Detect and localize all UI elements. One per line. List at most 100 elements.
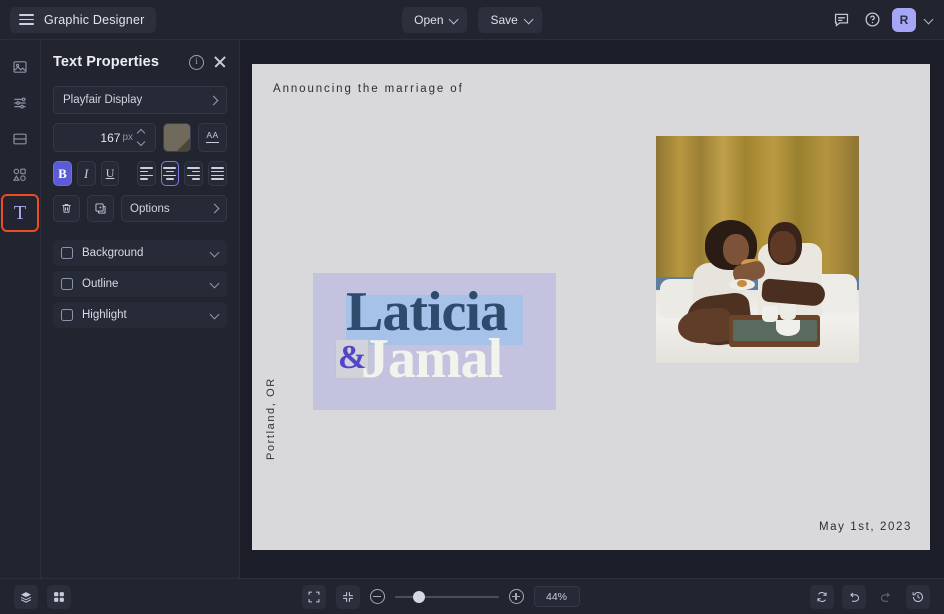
location-text[interactable]: Portland, OR xyxy=(265,377,277,460)
zoom-value[interactable]: 44% xyxy=(534,586,580,607)
font-family-select[interactable]: Playfair Display xyxy=(53,86,227,114)
panel-header-icons: i xyxy=(189,55,227,70)
font-size-unit: px xyxy=(122,132,133,143)
chevron-down-icon[interactable] xyxy=(211,249,219,257)
reset-button[interactable] xyxy=(810,585,834,609)
zoom-slider[interactable] xyxy=(395,596,499,598)
options-button[interactable]: Options xyxy=(121,195,227,222)
history-button[interactable] xyxy=(906,585,930,609)
zoom-out-icon[interactable] xyxy=(370,589,385,604)
background-toggle-row[interactable]: Background xyxy=(53,240,227,266)
text-effect-toggles: Background Outline Highlight xyxy=(53,240,227,328)
avatar[interactable]: R xyxy=(892,8,916,32)
align-right-icon xyxy=(187,167,200,179)
zoom-in-icon[interactable] xyxy=(509,589,524,604)
info-icon[interactable]: i xyxy=(189,55,204,70)
couple-photo[interactable] xyxy=(656,136,859,363)
sidebar-item-text[interactable]: T xyxy=(3,196,37,230)
open-button[interactable]: Open xyxy=(402,7,467,33)
underline-button[interactable]: U xyxy=(101,161,120,186)
font-size-row: 167 px AA xyxy=(53,123,227,152)
chevron-right-icon xyxy=(210,97,217,104)
outline-label: Outline xyxy=(82,278,118,290)
history-controls xyxy=(810,585,930,609)
stepper-down-icon[interactable] xyxy=(138,140,145,145)
sidebar-item-image[interactable] xyxy=(5,52,35,82)
date-text[interactable]: May 1st, 2023 xyxy=(819,521,912,533)
font-size-stepper[interactable] xyxy=(135,130,148,145)
app-window: Graphic Designer Open Save xyxy=(0,0,944,614)
highlight-toggle-row[interactable]: Highlight xyxy=(53,302,227,328)
zoom-controls: 44% xyxy=(302,585,580,609)
chevron-down-icon xyxy=(451,16,459,24)
letter-spacing-button[interactable]: AA xyxy=(198,123,227,152)
align-left-icon xyxy=(140,167,153,179)
redo-button[interactable] xyxy=(874,585,898,609)
fit-selection-button[interactable] xyxy=(336,585,360,609)
highlight-label: Highlight xyxy=(82,309,127,321)
text-properties-panel: Text Properties i Playfair Display 167 p… xyxy=(41,40,240,578)
undo-button[interactable] xyxy=(842,585,866,609)
options-label: Options xyxy=(130,203,170,215)
help-circle-icon[interactable] xyxy=(861,9,883,31)
grid-button[interactable] xyxy=(47,585,71,609)
background-checkbox[interactable] xyxy=(61,247,73,259)
underline-glyph: U xyxy=(106,166,115,181)
text-color-swatch[interactable] xyxy=(163,123,191,152)
text-actions-row: Options xyxy=(53,195,227,222)
brand-menu-button[interactable]: Graphic Designer xyxy=(10,7,156,33)
open-label: Open xyxy=(414,13,443,27)
align-center-button[interactable] xyxy=(161,161,180,186)
fit-screen-button[interactable] xyxy=(302,585,326,609)
sidebar-item-adjustments[interactable] xyxy=(5,88,35,118)
title-text-block[interactable]: Laticia & Jamal xyxy=(313,273,556,410)
font-family-value: Playfair Display xyxy=(63,94,142,106)
main-body: T Text Properties i Playfair Display 167… xyxy=(0,40,944,578)
background-label: Background xyxy=(82,247,143,259)
second-name-text[interactable]: Jamal xyxy=(361,331,502,387)
align-justify-button[interactable] xyxy=(208,161,227,186)
horizontal-arrow-icon xyxy=(205,140,220,144)
design-page[interactable]: Announcing the marriage of Laticia & Jam… xyxy=(252,64,930,550)
delete-button[interactable] xyxy=(53,195,80,222)
sidebar-item-layout[interactable] xyxy=(5,124,35,154)
italic-button[interactable]: I xyxy=(77,161,96,186)
save-label: Save xyxy=(491,13,518,27)
stepper-up-icon[interactable] xyxy=(138,130,145,135)
hamburger-icon[interactable] xyxy=(19,14,34,25)
layers-button[interactable] xyxy=(14,585,38,609)
announcement-text[interactable]: Announcing the marriage of xyxy=(273,83,464,95)
top-bar-right: R xyxy=(830,8,934,32)
italic-glyph: I xyxy=(84,166,88,182)
align-left-button[interactable] xyxy=(137,161,156,186)
top-bar: Graphic Designer Open Save xyxy=(0,0,944,40)
align-right-button[interactable] xyxy=(184,161,203,186)
chevron-down-icon[interactable] xyxy=(211,311,219,319)
highlight-checkbox[interactable] xyxy=(61,309,73,321)
bold-button[interactable]: B xyxy=(53,161,72,186)
letter-spacing-label: AA xyxy=(206,131,218,140)
close-icon[interactable] xyxy=(213,55,227,69)
outline-toggle-row[interactable]: Outline xyxy=(53,271,227,297)
file-actions: Open Save xyxy=(402,7,542,33)
photo-bowl xyxy=(776,320,800,336)
comment-icon[interactable] xyxy=(830,9,852,31)
chevron-right-icon xyxy=(211,205,218,212)
panel-title: Text Properties xyxy=(53,54,159,70)
canvas-workspace[interactable]: Announcing the marriage of Laticia & Jam… xyxy=(240,40,944,578)
chevron-down-icon[interactable] xyxy=(925,15,934,24)
photo-tray-inner xyxy=(733,320,817,340)
outline-checkbox[interactable] xyxy=(61,278,73,290)
chevron-down-icon[interactable] xyxy=(211,280,219,288)
font-size-input[interactable]: 167 px xyxy=(53,123,156,152)
sidebar-item-shapes[interactable] xyxy=(5,160,35,190)
bold-glyph: B xyxy=(58,166,67,182)
align-justify-icon xyxy=(211,167,224,179)
zoom-slider-handle[interactable] xyxy=(413,591,425,603)
tool-rail: T xyxy=(0,40,41,578)
photo-face-right xyxy=(770,231,796,263)
chevron-down-icon xyxy=(525,16,533,24)
duplicate-button[interactable] xyxy=(87,195,114,222)
photo-cup-two xyxy=(780,304,796,320)
save-button[interactable]: Save xyxy=(479,7,542,33)
